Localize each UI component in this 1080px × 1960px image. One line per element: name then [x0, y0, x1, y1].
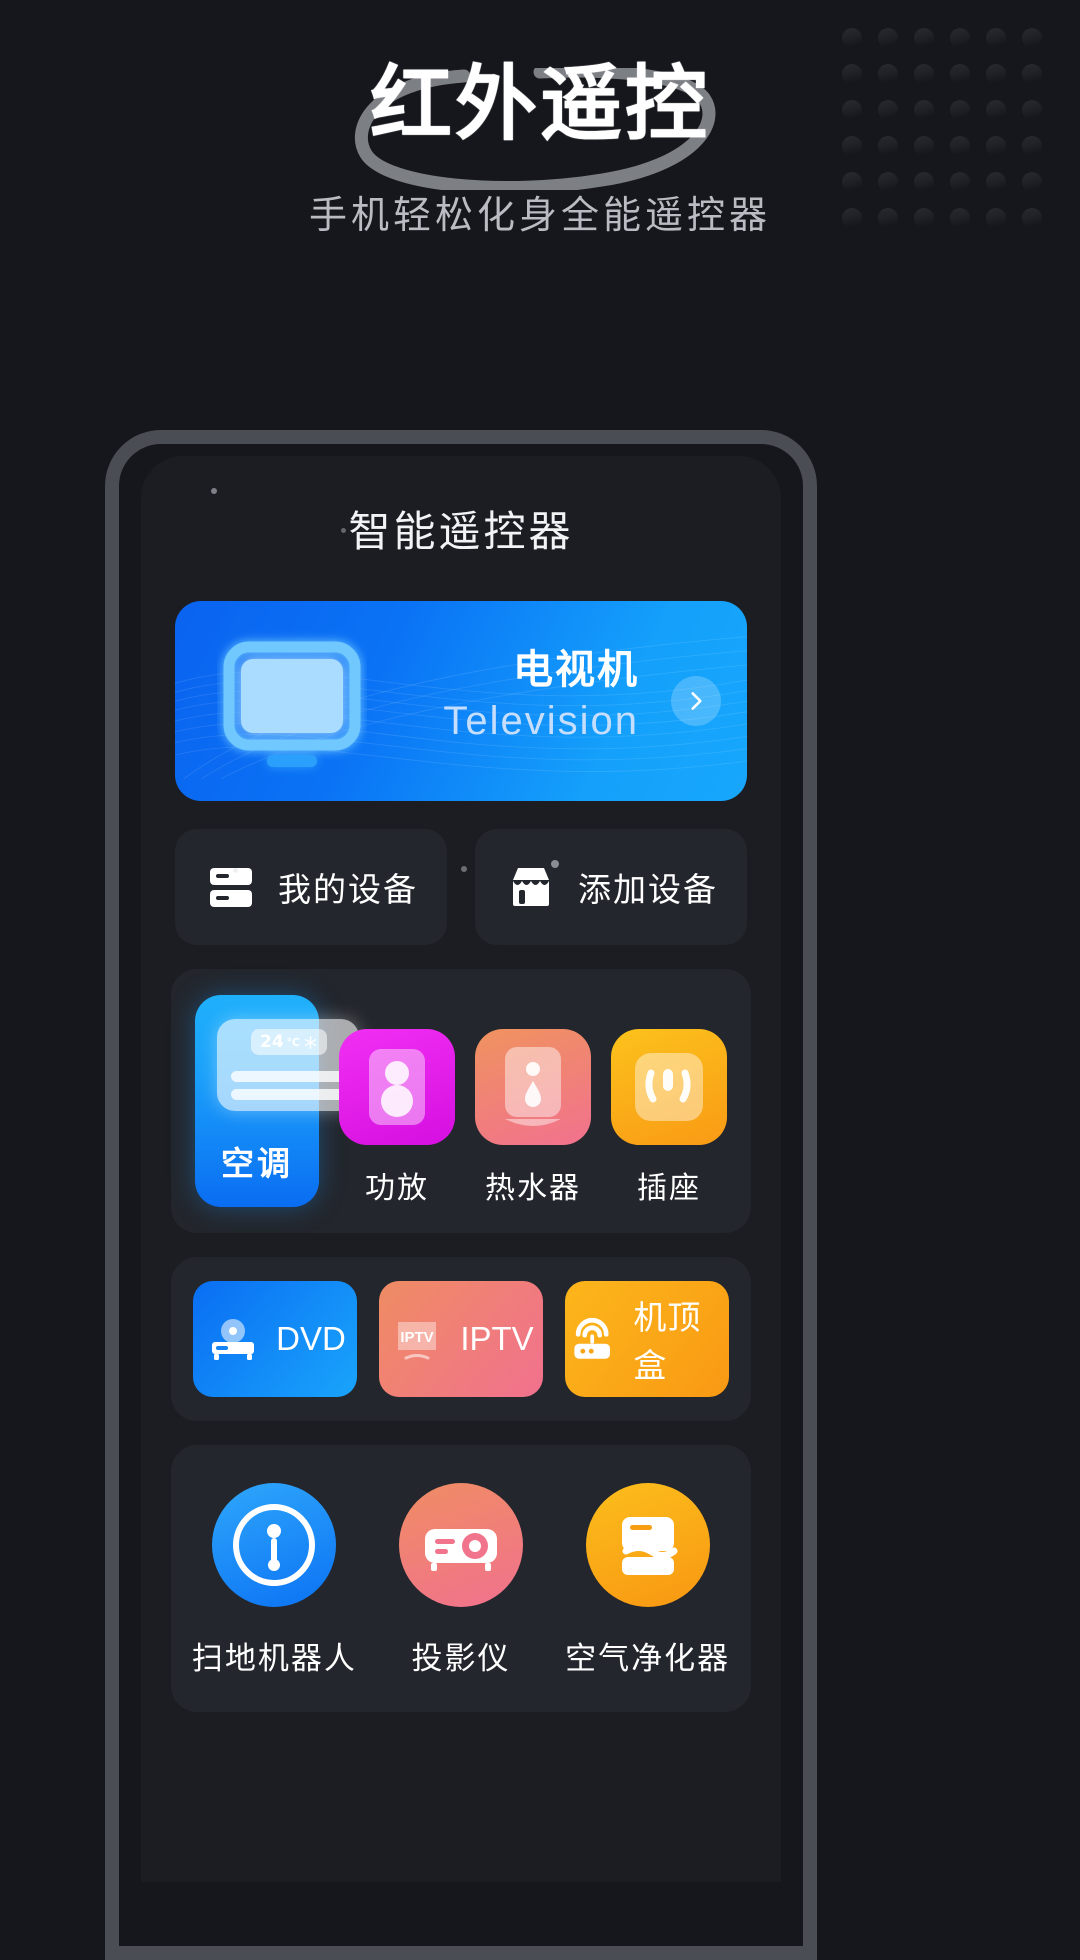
snowflake-icon [304, 1035, 317, 1049]
server-stack-icon [210, 868, 252, 907]
sparkle-decoration [551, 860, 559, 868]
appliance-label-air-conditioner: 空调 [221, 1144, 293, 1183]
television-icon [223, 641, 361, 767]
device-cell-robot-vacuum[interactable]: 扫地机器人 [181, 1483, 368, 1678]
amplifier-icon [339, 1029, 455, 1145]
my-devices-button[interactable]: 我的设备 [175, 829, 447, 945]
robot-vacuum-icon [212, 1483, 337, 1607]
water-heater-icon [475, 1029, 591, 1145]
sparkle-decoration [341, 528, 346, 533]
appliance-label-amplifier: 功放 [365, 1171, 429, 1206]
television-card-name-en: Television [443, 699, 639, 743]
projector-icon [399, 1483, 523, 1607]
iptv-icon: IPTV [398, 1322, 437, 1360]
add-device-label: 添加设备 [578, 870, 718, 909]
air-conditioner-temp-badge: 24 ℃ [251, 1029, 327, 1055]
svg-text:IPTV: IPTV [401, 1329, 434, 1346]
device-label-projector: 投影仪 [411, 1641, 511, 1677]
page-title: 红外遥控 [369, 57, 710, 152]
media-label-dvd: DVD [276, 1320, 346, 1357]
chevron-right-icon[interactable] [671, 676, 721, 726]
amplifier-glyph [369, 1049, 425, 1125]
chevron-right-glyph [691, 692, 702, 710]
appliance-panel: 24 ℃ 空调 功放 热水器 插座 [171, 969, 751, 1233]
smart-device-panel: 扫地机器人 投影仪 空气净化器 [171, 1445, 751, 1712]
device-cell-projector[interactable]: 投影仪 [368, 1483, 555, 1678]
air-purifier-glyph [621, 1517, 678, 1575]
quick-action-row: 我的设备 添加设备 [175, 829, 747, 945]
page-subtitle: 手机轻松化身全能遥控器 [308, 193, 771, 238]
power-socket-icon [611, 1029, 727, 1145]
media-button-dvd[interactable]: DVD [193, 1281, 357, 1397]
media-button-set-top-box[interactable]: 机顶盒 [565, 1281, 729, 1397]
hero-section: 红外遥控 手机轻松化身全能遥控器 [0, 0, 1080, 239]
temp-value: 24 [260, 1032, 284, 1052]
temp-unit: ℃ [286, 1035, 300, 1049]
television-card-text: 电视机 Television [443, 637, 639, 744]
media-label-iptv: IPTV [460, 1320, 534, 1357]
media-button-iptv[interactable]: IPTV IPTV [379, 1281, 543, 1397]
appliance-label-power-socket: 插座 [637, 1171, 701, 1206]
device-label-robot-vacuum: 扫地机器人 [191, 1641, 357, 1677]
appliance-card-air-conditioner[interactable]: 24 ℃ 空调 [195, 995, 359, 1207]
screen-bottom-strip [141, 1882, 781, 1946]
air-conditioner-vent [231, 1071, 345, 1082]
water-heater-glyph [505, 1047, 561, 1126]
media-panel: DVD IPTV IPTV 机顶盒 [171, 1257, 751, 1421]
phone-mockup: 智能遥控器 电视机 Television 我的设备 添加设备 24 ℃ 空调 功… [105, 430, 817, 1960]
robot-vacuum-glyph [233, 1504, 316, 1586]
device-label-air-purifier: 空气净化器 [565, 1641, 731, 1677]
appliance-cell-amplifier[interactable]: 功放 [339, 1029, 455, 1207]
set-top-box-icon [574, 1317, 610, 1359]
air-conditioner-icon: 24 ℃ [217, 1019, 359, 1111]
air-purifier-icon [585, 1483, 710, 1607]
app-title: 智能遥控器 [348, 507, 574, 556]
appliance-cell-power-socket[interactable]: 插座 [611, 1029, 727, 1207]
appliance-cell-water-heater[interactable]: 热水器 [475, 1029, 591, 1207]
power-socket-glyph [635, 1053, 703, 1121]
device-card-television[interactable]: 电视机 Television [175, 601, 747, 801]
my-devices-label: 我的设备 [278, 870, 418, 909]
television-card-name: 电视机 [513, 647, 639, 693]
phone-screen: 智能遥控器 电视机 Television 我的设备 添加设备 24 ℃ 空调 功… [141, 456, 781, 1946]
appliance-label-water-heater: 热水器 [485, 1171, 581, 1206]
add-device-button[interactable]: 添加设备 [475, 829, 747, 945]
sparkle-decoration [461, 866, 467, 872]
air-conditioner-vent [231, 1089, 345, 1100]
dvd-player-icon [212, 1319, 255, 1360]
media-label-set-top-box: 机顶盒 [633, 1298, 702, 1385]
sparkle-decoration [233, 868, 238, 873]
sparkle-decoration [211, 488, 217, 494]
projector-glyph [425, 1529, 497, 1571]
device-cell-air-purifier[interactable]: 空气净化器 [554, 1483, 741, 1678]
store-icon [513, 868, 549, 906]
